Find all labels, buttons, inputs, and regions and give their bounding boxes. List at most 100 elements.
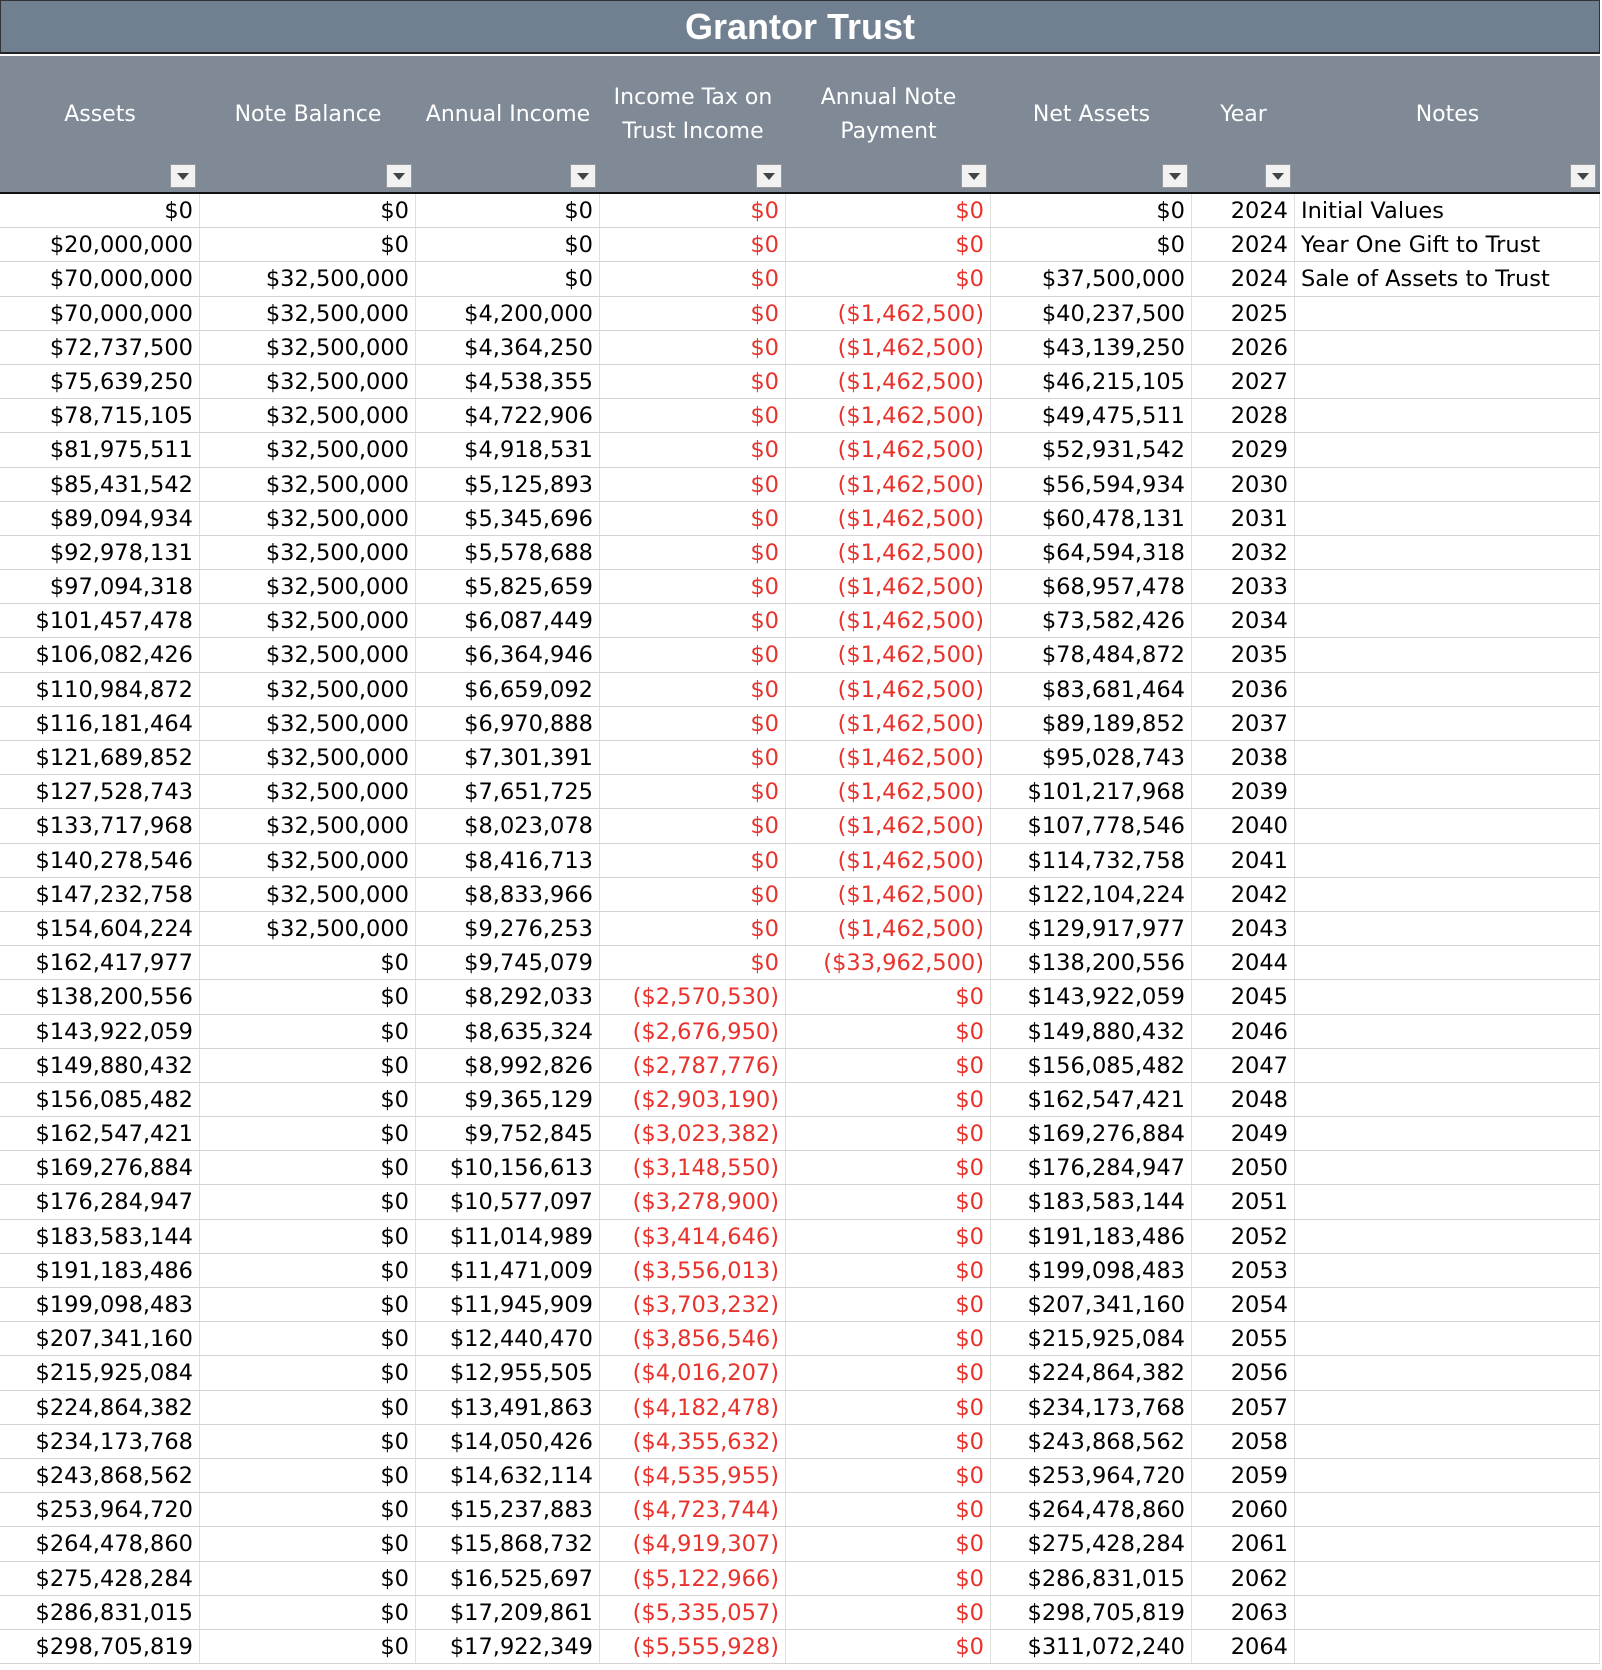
- cell-income-tax[interactable]: ($4,723,744): [600, 1493, 786, 1527]
- cell-note-balance[interactable]: $0: [200, 1356, 416, 1390]
- cell-notes[interactable]: [1295, 501, 1600, 535]
- cell-annual-income[interactable]: $13,491,863: [416, 1390, 600, 1424]
- cell-net-assets[interactable]: $64,594,318: [991, 535, 1192, 570]
- cell-note-balance[interactable]: $0: [200, 1185, 416, 1219]
- cell-income-tax[interactable]: ($3,856,546): [600, 1322, 786, 1356]
- cell-annual-income[interactable]: $9,276,253: [416, 911, 600, 946]
- cell-net-assets[interactable]: $298,705,819: [991, 1595, 1192, 1629]
- filter-dropdown-icon[interactable]: [1570, 164, 1596, 188]
- cell-note-payment[interactable]: $0: [786, 262, 991, 296]
- cell-notes[interactable]: [1295, 1082, 1600, 1117]
- cell-notes[interactable]: [1295, 1048, 1600, 1082]
- cell-income-tax[interactable]: $0: [600, 194, 786, 228]
- cell-notes[interactable]: [1295, 1117, 1600, 1151]
- cell-year[interactable]: 2024: [1192, 262, 1295, 296]
- cell-net-assets[interactable]: $46,215,105: [991, 364, 1192, 399]
- cell-notes[interactable]: [1295, 843, 1600, 877]
- cell-year[interactable]: 2062: [1192, 1561, 1295, 1595]
- cell-income-tax[interactable]: $0: [600, 775, 786, 809]
- cell-net-assets[interactable]: $224,864,382: [991, 1356, 1192, 1390]
- cell-net-assets[interactable]: $138,200,556: [991, 946, 1192, 980]
- cell-year[interactable]: 2037: [1192, 706, 1295, 740]
- cell-note-payment[interactable]: ($1,462,500): [786, 911, 991, 946]
- cell-note-payment[interactable]: $0: [786, 1014, 991, 1048]
- cell-note-payment[interactable]: $0: [786, 1561, 991, 1595]
- cell-net-assets[interactable]: $215,925,084: [991, 1322, 1192, 1356]
- cell-net-assets[interactable]: $68,957,478: [991, 570, 1192, 604]
- cell-assets[interactable]: $243,868,562: [0, 1458, 200, 1493]
- cell-assets[interactable]: $169,276,884: [0, 1151, 200, 1185]
- cell-year[interactable]: 2045: [1192, 980, 1295, 1014]
- cell-note-balance[interactable]: $32,500,000: [200, 399, 416, 433]
- cell-income-tax[interactable]: $0: [600, 330, 786, 364]
- cell-net-assets[interactable]: $52,931,542: [991, 433, 1192, 467]
- cell-year[interactable]: 2058: [1192, 1424, 1295, 1458]
- cell-notes[interactable]: [1295, 706, 1600, 740]
- cell-note-payment[interactable]: $0: [786, 1253, 991, 1287]
- cell-notes[interactable]: [1295, 296, 1600, 330]
- cell-annual-income[interactable]: $9,365,129: [416, 1082, 600, 1117]
- cell-note-payment[interactable]: $0: [786, 194, 991, 228]
- cell-note-payment[interactable]: ($1,462,500): [786, 604, 991, 638]
- cell-note-balance[interactable]: $32,500,000: [200, 604, 416, 638]
- cell-income-tax[interactable]: ($3,148,550): [600, 1151, 786, 1185]
- cell-net-assets[interactable]: $191,183,486: [991, 1219, 1192, 1253]
- cell-annual-income[interactable]: $8,833,966: [416, 877, 600, 911]
- cell-income-tax[interactable]: $0: [600, 706, 786, 740]
- cell-note-balance[interactable]: $32,500,000: [200, 843, 416, 877]
- cell-note-payment[interactable]: ($1,462,500): [786, 399, 991, 433]
- cell-annual-income[interactable]: $8,416,713: [416, 843, 600, 877]
- cell-year[interactable]: 2056: [1192, 1356, 1295, 1390]
- cell-note-payment[interactable]: $0: [786, 1117, 991, 1151]
- cell-assets[interactable]: $264,478,860: [0, 1527, 200, 1561]
- cell-annual-income[interactable]: $8,635,324: [416, 1014, 600, 1048]
- cell-note-balance[interactable]: $32,500,000: [200, 809, 416, 843]
- cell-note-balance[interactable]: $0: [200, 1561, 416, 1595]
- cell-notes[interactable]: [1295, 1253, 1600, 1287]
- cell-note-payment[interactable]: ($1,462,500): [786, 364, 991, 399]
- cell-notes[interactable]: [1295, 911, 1600, 946]
- cell-net-assets[interactable]: $0: [991, 194, 1192, 228]
- cell-note-payment[interactable]: ($1,462,500): [786, 775, 991, 809]
- cell-annual-income[interactable]: $8,023,078: [416, 809, 600, 843]
- cell-notes[interactable]: [1295, 1493, 1600, 1527]
- cell-net-assets[interactable]: $286,831,015: [991, 1561, 1192, 1595]
- cell-annual-income[interactable]: $5,825,659: [416, 570, 600, 604]
- cell-note-balance[interactable]: $0: [200, 1322, 416, 1356]
- cell-assets[interactable]: $275,428,284: [0, 1561, 200, 1595]
- cell-note-balance[interactable]: $0: [200, 1014, 416, 1048]
- cell-income-tax[interactable]: ($4,016,207): [600, 1356, 786, 1390]
- cell-net-assets[interactable]: $243,868,562: [991, 1424, 1192, 1458]
- cell-note-balance[interactable]: $32,500,000: [200, 501, 416, 535]
- cell-notes[interactable]: Sale of Assets to Trust: [1295, 262, 1600, 296]
- cell-note-balance[interactable]: $0: [200, 1458, 416, 1493]
- cell-annual-income[interactable]: $9,752,845: [416, 1117, 600, 1151]
- cell-note-balance[interactable]: $0: [200, 1629, 416, 1664]
- cell-assets[interactable]: $199,098,483: [0, 1288, 200, 1322]
- cell-income-tax[interactable]: ($3,703,232): [600, 1288, 786, 1322]
- cell-income-tax[interactable]: $0: [600, 877, 786, 911]
- cell-note-payment[interactable]: $0: [786, 1527, 991, 1561]
- cell-assets[interactable]: $176,284,947: [0, 1185, 200, 1219]
- cell-note-balance[interactable]: $0: [200, 1253, 416, 1287]
- cell-annual-income[interactable]: $7,301,391: [416, 741, 600, 775]
- cell-year[interactable]: 2064: [1192, 1629, 1295, 1664]
- cell-notes[interactable]: Initial Values: [1295, 194, 1600, 228]
- filter-dropdown-icon[interactable]: [1162, 164, 1188, 188]
- cell-year[interactable]: 2049: [1192, 1117, 1295, 1151]
- cell-year[interactable]: 2026: [1192, 330, 1295, 364]
- cell-net-assets[interactable]: $253,964,720: [991, 1458, 1192, 1493]
- cell-net-assets[interactable]: $56,594,934: [991, 467, 1192, 501]
- cell-income-tax[interactable]: $0: [600, 262, 786, 296]
- cell-annual-income[interactable]: $14,050,426: [416, 1424, 600, 1458]
- cell-note-payment[interactable]: ($1,462,500): [786, 706, 991, 740]
- cell-year[interactable]: 2024: [1192, 228, 1295, 262]
- cell-net-assets[interactable]: $199,098,483: [991, 1253, 1192, 1287]
- cell-income-tax[interactable]: $0: [600, 501, 786, 535]
- cell-annual-income[interactable]: $6,659,092: [416, 672, 600, 706]
- cell-assets[interactable]: $72,737,500: [0, 330, 200, 364]
- cell-notes[interactable]: [1295, 467, 1600, 501]
- cell-assets[interactable]: $20,000,000: [0, 228, 200, 262]
- cell-annual-income[interactable]: $5,578,688: [416, 535, 600, 570]
- cell-note-balance[interactable]: $32,500,000: [200, 911, 416, 946]
